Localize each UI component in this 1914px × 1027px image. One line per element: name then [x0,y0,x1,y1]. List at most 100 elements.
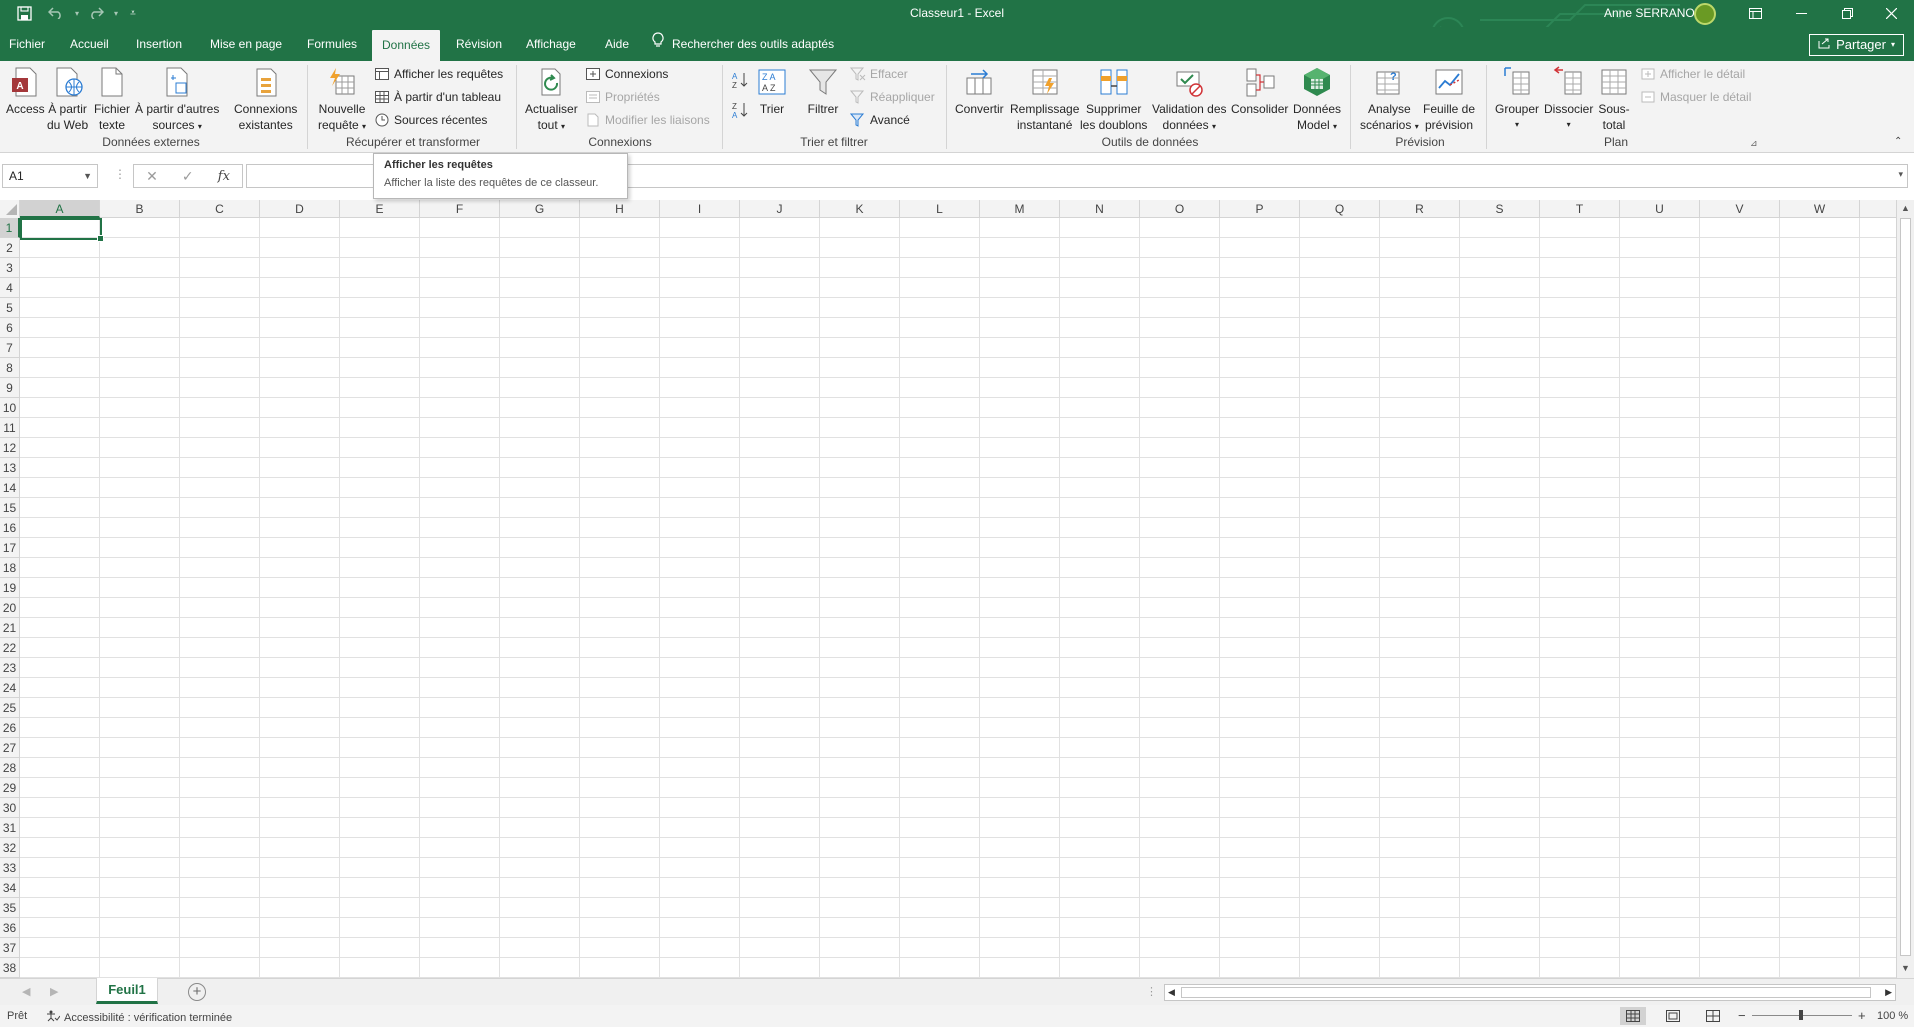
row-header-28[interactable]: 28 [0,758,20,778]
row-header-7[interactable]: 7 [0,338,20,358]
row-header-9[interactable]: 9 [0,378,20,398]
tab-aide[interactable]: Aide [597,27,637,61]
row-header-33[interactable]: 33 [0,858,20,878]
scroll-up-icon[interactable]: ▲ [1901,203,1910,213]
page-layout-view-icon[interactable] [1660,1007,1686,1025]
row-header-24[interactable]: 24 [0,678,20,698]
connections-button[interactable]: Connexions [585,64,668,84]
scroll-down-icon[interactable]: ▼ [1901,963,1910,973]
row-header-26[interactable]: 26 [0,718,20,738]
column-header-a[interactable]: A [20,200,100,218]
tab-formules[interactable]: Formules [299,27,365,61]
scroll-right-icon[interactable]: ▶ [1885,987,1892,998]
collapse-ribbon-icon[interactable]: ⌃ [1894,136,1902,147]
column-header-r[interactable]: R [1380,200,1460,218]
column-header-o[interactable]: O [1140,200,1220,218]
column-header-q[interactable]: Q [1300,200,1380,218]
row-header-32[interactable]: 32 [0,838,20,858]
edit-links-button[interactable]: Modifier les liaisons [585,110,710,130]
row-header-1[interactable]: 1 [0,218,20,238]
from-table-button[interactable]: À partir d'un tableau [374,87,501,107]
row-header-3[interactable]: 3 [0,258,20,278]
row-header-23[interactable]: 23 [0,658,20,678]
remove-duplicates-button[interactable]: Supprimer les doublons [1080,64,1147,133]
scroll-left-icon[interactable]: ◀ [1168,987,1175,998]
add-sheet-button[interactable]: + [188,983,206,1001]
row-header-35[interactable]: 35 [0,898,20,918]
normal-view-icon[interactable] [1620,1007,1646,1025]
properties-button[interactable]: Propriétés [585,87,660,107]
row-header-12[interactable]: 12 [0,438,20,458]
column-header-w[interactable]: W [1780,200,1860,218]
page-break-view-icon[interactable] [1700,1007,1726,1025]
row-header-2[interactable]: 2 [0,238,20,258]
row-header-25[interactable]: 25 [0,698,20,718]
column-header-f[interactable]: F [420,200,500,218]
consolidate-button[interactable]: Consolider [1231,64,1288,117]
column-header-h[interactable]: H [580,200,660,218]
close-icon[interactable] [1868,0,1914,27]
column-header-v[interactable]: V [1700,200,1780,218]
cancel-icon[interactable]: ✕ [146,168,158,185]
sheet-tab-feuil1[interactable]: Feuil1 [96,978,158,1004]
text-to-columns-button[interactable]: Convertir [955,64,1004,117]
column-header-k[interactable]: K [820,200,900,218]
subtotal-button[interactable]: Sous- total [1598,64,1630,133]
filter-button[interactable]: Filtrer [807,64,839,117]
row-header-21[interactable]: 21 [0,618,20,638]
enter-icon[interactable]: ✓ [182,168,194,185]
row-header-16[interactable]: 16 [0,518,20,538]
zoom-in-icon[interactable]: + [1858,1008,1866,1023]
forecast-sheet-button[interactable]: Feuille de prévision [1423,64,1475,133]
clear-filter-button[interactable]: Effacer [849,64,908,84]
column-header-t[interactable]: T [1540,200,1620,218]
sort-za-button[interactable]: ZA [732,99,748,120]
zoom-out-icon[interactable]: − [1738,1008,1746,1023]
column-header-l[interactable]: L [900,200,980,218]
more-options-icon[interactable]: ⋮ [114,167,126,181]
what-if-analysis-button[interactable]: ? Analyse scénarios ▾ [1360,64,1419,135]
tab-insertion[interactable]: Insertion [128,27,190,61]
horizontal-scrollbar[interactable]: ◀ ▶ [1164,984,1896,1001]
expand-formula-icon[interactable]: ▾ [1898,169,1903,180]
zoom-level[interactable]: 100 % [1877,1010,1908,1022]
text-file-button[interactable]: Fichier texte [94,64,130,133]
row-header-20[interactable]: 20 [0,598,20,618]
row-header-5[interactable]: 5 [0,298,20,318]
column-header-u[interactable]: U [1620,200,1700,218]
row-header-6[interactable]: 6 [0,318,20,338]
row-header-31[interactable]: 31 [0,818,20,838]
vertical-scroll-thumb[interactable] [1900,218,1911,956]
vertical-scrollbar[interactable]: ▲ ▼ [1896,200,1914,978]
sort-az-button[interactable]: AZ [732,69,748,90]
from-web-button[interactable]: À partir du Web [47,64,88,133]
row-header-34[interactable]: 34 [0,878,20,898]
dialog-launcher-icon[interactable]: ⊿ [1750,138,1758,149]
share-button[interactable]: Partager ▾ [1809,34,1904,56]
data-validation-button[interactable]: Validation des données ▾ [1152,64,1227,135]
insert-function-icon[interactable]: fx [218,169,230,184]
tab-affichage[interactable]: Affichage [518,27,584,61]
next-sheet-icon[interactable]: ▶ [50,985,58,998]
column-header-e[interactable]: E [340,200,420,218]
column-header-n[interactable]: N [1060,200,1140,218]
row-header-22[interactable]: 22 [0,638,20,658]
tab-revision[interactable]: Révision [448,27,510,61]
tab-donnees[interactable]: Données [372,30,441,61]
row-header-30[interactable]: 30 [0,798,20,818]
recent-sources-button[interactable]: Sources récentes [374,110,487,130]
hide-detail-button[interactable]: Masquer le détail [1640,87,1751,107]
row-header-36[interactable]: 36 [0,918,20,938]
row-header-10[interactable]: 10 [0,398,20,418]
row-header-13[interactable]: 13 [0,458,20,478]
minimize-icon[interactable] [1778,0,1824,27]
column-header-i[interactable]: I [660,200,740,218]
row-header-4[interactable]: 4 [0,278,20,298]
column-header-g[interactable]: G [500,200,580,218]
column-header-c[interactable]: C [180,200,260,218]
row-header-8[interactable]: 8 [0,358,20,378]
row-header-38[interactable]: 38 [0,958,20,978]
row-header-19[interactable]: 19 [0,578,20,598]
ungroup-button[interactable]: Dissocier ▾ [1544,64,1593,133]
ribbon-display-icon[interactable] [1732,0,1778,27]
